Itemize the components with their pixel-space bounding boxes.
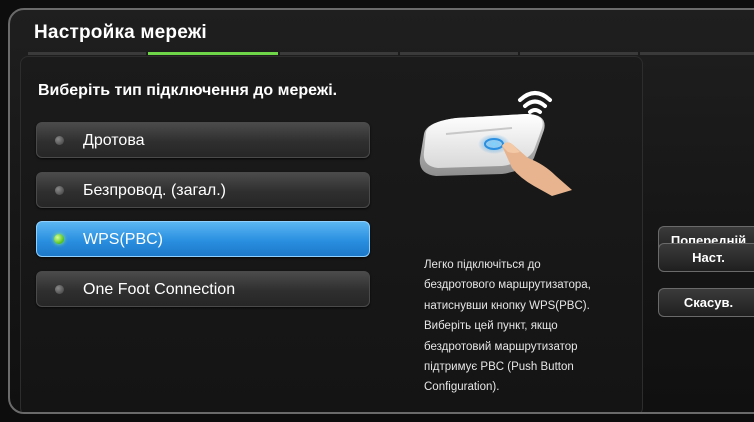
wifi-router-push-icon	[419, 91, 572, 196]
radio-indicator	[55, 186, 64, 195]
option-wireless-general[interactable]: Безпровод. (загал.)	[36, 172, 370, 208]
radio-indicator	[55, 136, 64, 145]
radio-indicator-selected	[54, 234, 64, 244]
step-segment-6	[640, 52, 754, 55]
next-button[interactable]: Наст.	[658, 243, 754, 272]
radio-indicator	[55, 285, 64, 294]
step-segment-3	[280, 52, 398, 55]
step-segment-4	[400, 52, 518, 55]
option-wired[interactable]: Дротова	[36, 122, 370, 158]
network-setup-window: Настройка мережі	[8, 8, 754, 414]
connection-type-prompt: Виберіть тип підключення до мережі.	[38, 82, 338, 99]
step-progress-bar	[28, 52, 754, 55]
option-description: Легко підключіться до бездротового маршр…	[424, 259, 591, 394]
step-segment-2-active	[148, 52, 278, 55]
window-title: Настройка мережі	[34, 22, 207, 43]
option-label: Дротова	[83, 132, 145, 149]
cancel-button[interactable]: Скасув.	[658, 288, 754, 317]
option-wps-pbc[interactable]: WPS(PBC)	[36, 221, 370, 257]
option-one-foot-connection[interactable]: One Foot Connection	[36, 271, 370, 307]
step-segment-1	[28, 52, 146, 55]
option-label: One Foot Connection	[83, 281, 236, 298]
option-label: Безпровод. (загал.)	[83, 182, 226, 199]
step-segment-5	[520, 52, 638, 55]
option-label: WPS(PBC)	[83, 231, 163, 248]
